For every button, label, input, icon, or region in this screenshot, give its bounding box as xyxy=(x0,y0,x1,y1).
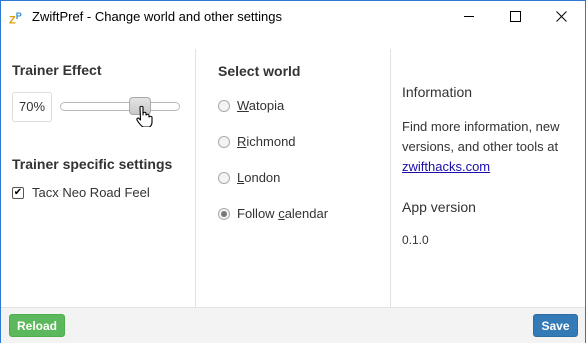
information-text: Find more information, new versions, and… xyxy=(402,117,582,177)
trainer-specific-heading: Trainer specific settings xyxy=(12,156,173,172)
tacx-neo-road-feel-option[interactable]: ✔ Tacx Neo Road Feel xyxy=(12,185,150,200)
world-option-label: Watopia xyxy=(237,98,285,113)
world-option-label-rest: ichmond xyxy=(246,134,296,149)
checkbox-label: Tacx Neo Road Feel xyxy=(32,185,150,200)
information-body: Find more information, new versions, and… xyxy=(402,119,560,154)
world-option-label: London xyxy=(237,170,281,185)
column-divider xyxy=(195,49,196,307)
save-button[interactable]: Save xyxy=(533,314,578,337)
information-heading: Information xyxy=(402,84,473,100)
world-option-london[interactable]: London xyxy=(218,170,280,185)
close-button[interactable] xyxy=(538,1,584,31)
close-icon xyxy=(555,10,567,22)
world-option-richmond[interactable]: Richmond xyxy=(218,134,296,149)
footer-bar: Reload Save xyxy=(1,307,585,343)
app-icon: ZP xyxy=(9,11,22,27)
minimize-button[interactable] xyxy=(446,1,492,31)
radio-button[interactable] xyxy=(218,99,230,112)
maximize-icon xyxy=(509,10,521,22)
app-version-value: 0.1.0 xyxy=(402,233,429,247)
radio-button[interactable] xyxy=(218,171,230,184)
hand-cursor-icon xyxy=(136,105,153,127)
select-world-heading: Select world xyxy=(218,63,301,79)
checkmark-icon: ✔ xyxy=(13,186,23,198)
radio-button[interactable] xyxy=(218,135,230,148)
trainer-effect-heading: Trainer Effect xyxy=(12,62,102,78)
window-title: ZwiftPref - Change world and other setti… xyxy=(32,9,283,24)
column-divider xyxy=(390,49,391,307)
zwifthacks-link[interactable]: zwifthacks.com xyxy=(402,159,490,174)
trainer-effect-value[interactable]: 70% xyxy=(12,92,52,122)
maximize-button[interactable] xyxy=(492,1,538,31)
world-option-label: Follow calendar xyxy=(237,206,329,221)
trainer-effect-slider[interactable] xyxy=(60,102,180,111)
world-option-label-rest: ondon xyxy=(244,170,281,185)
tacx-neo-road-feel-checkbox[interactable]: ✔ xyxy=(12,186,24,199)
world-option-label: Richmond xyxy=(237,134,296,149)
world-option-label-rest: alendar xyxy=(284,206,329,221)
world-option-label-rest: atopia xyxy=(248,98,285,113)
app-version-heading: App version xyxy=(402,199,476,215)
world-option-watopia[interactable]: Watopia xyxy=(218,98,284,113)
reload-button[interactable]: Reload xyxy=(9,314,65,337)
app-window: ZP ZwiftPref - Change world and other se… xyxy=(0,0,586,343)
title-bar: ZP ZwiftPref - Change world and other se… xyxy=(1,1,585,31)
radio-button-selected[interactable] xyxy=(218,207,230,220)
world-option-label-start: Follow xyxy=(237,206,279,221)
minimize-icon xyxy=(464,15,474,17)
world-option-follow-calendar[interactable]: Follow calendar xyxy=(218,206,328,221)
radio-dot xyxy=(221,210,227,217)
